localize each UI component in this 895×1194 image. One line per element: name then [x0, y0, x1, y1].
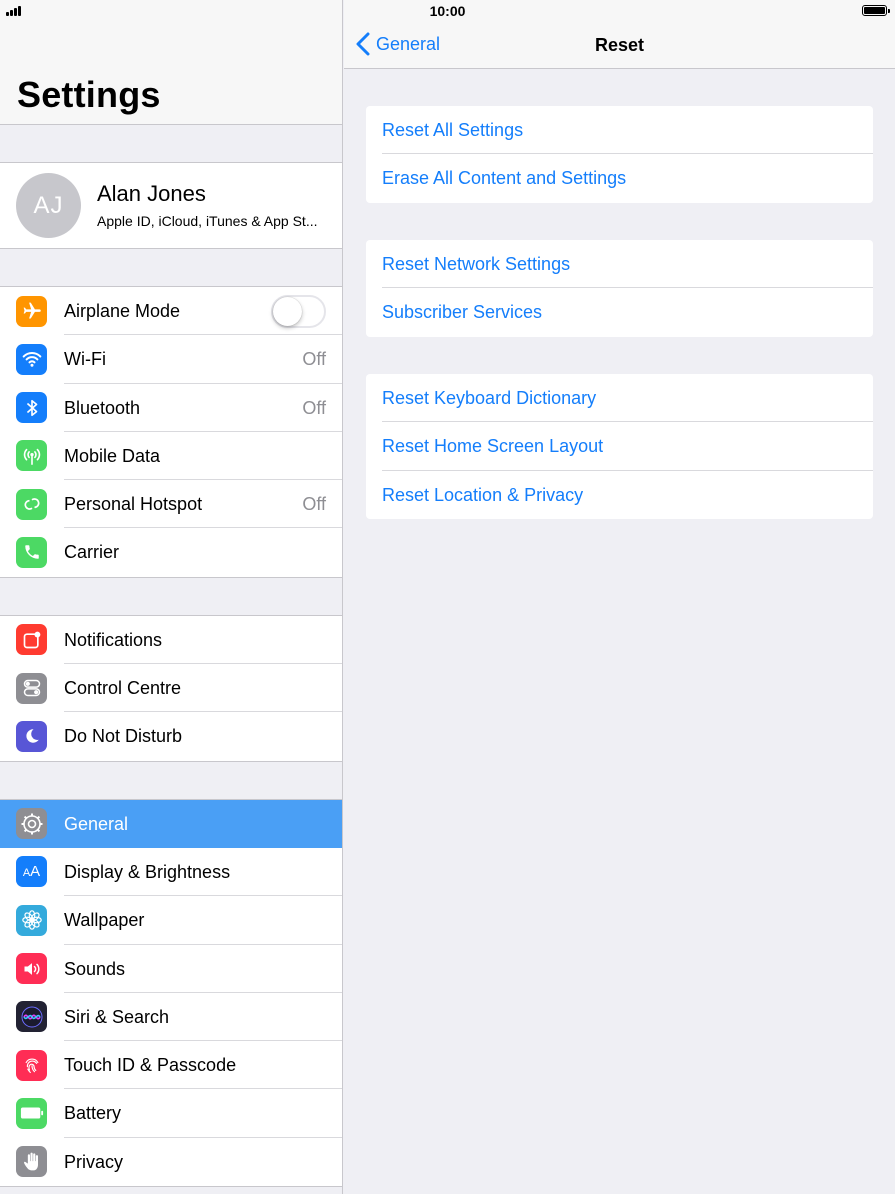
sidebar-item-siri-search[interactable]: Siri & Search: [0, 993, 342, 1042]
sidebar-item-airplane-mode[interactable]: Airplane Mode: [0, 287, 342, 336]
sidebar-item-wallpaper[interactable]: Wallpaper: [0, 896, 342, 945]
sidebar-item-label: Control Centre: [64, 678, 182, 699]
sidebar-item-label: Do Not Disturb: [64, 726, 183, 747]
option-label: Reset Network Settings: [382, 254, 571, 274]
sidebar-item-general[interactable]: General: [0, 799, 342, 848]
reset-group-2: Reset Network Settings Subscriber Servic…: [366, 240, 873, 337]
sidebar-item-wifi[interactable]: Wi-Fi Off: [0, 335, 342, 384]
sidebar-item-do-not-disturb[interactable]: Do Not Disturb: [0, 712, 342, 760]
nav-title: Reset: [594, 35, 645, 55]
option-label: Reset Location & Privacy: [382, 484, 584, 505]
bluetooth-icon: [16, 392, 47, 424]
reset-network-settings-button[interactable]: Reset Network Settings: [366, 240, 873, 289]
avatar: AJ: [16, 173, 81, 238]
sidebar-item-label: Privacy: [64, 1151, 124, 1172]
reset-group-3: Reset Keyboard Dictionary Reset Home Scr…: [366, 374, 873, 519]
sidebar-item-display-brightness[interactable]: AA Display & Brightness: [0, 848, 342, 897]
bluetooth-status: Off: [302, 397, 326, 418]
sidebar-item-label: Battery: [64, 1103, 122, 1124]
status-time: 10:00: [429, 3, 466, 19]
profile-name: Alan Jones: [97, 181, 206, 206]
erase-all-content-button[interactable]: Erase All Content and Settings: [366, 154, 873, 202]
siri-icon: [16, 1001, 47, 1033]
battery-icon: [16, 1097, 47, 1129]
battery-status-icon: [862, 5, 890, 16]
airplane-mode-toggle[interactable]: [271, 295, 326, 328]
sidebar-item-label: Airplane Mode: [64, 301, 181, 321]
option-label: Subscriber Services: [382, 302, 543, 323]
hotspot-status: Off: [302, 494, 326, 515]
sidebar-item-touch-id-passcode[interactable]: Touch ID & Passcode: [0, 1041, 342, 1090]
option-label: Reset Keyboard Dictionary: [382, 388, 597, 408]
sidebar-item-battery[interactable]: Battery: [0, 1089, 342, 1138]
wifi-icon: [16, 343, 47, 375]
sidebar-item-notifications[interactable]: Notifications: [0, 616, 342, 665]
connectivity-group: Airplane Mode Wi-Fi Off Bluetooth Off Mo…: [0, 286, 342, 578]
reset-location-privacy-button[interactable]: Reset Location & Privacy: [366, 471, 873, 519]
sidebar-item-label: Sounds: [64, 958, 126, 979]
sidebar-item-label: Wi-Fi: [64, 349, 106, 370]
sidebar-item-label: Carrier: [64, 542, 120, 563]
general-group: General AA Display & Brightness Wallpape…: [0, 798, 342, 1188]
subscriber-services-button[interactable]: Subscriber Services: [366, 288, 873, 336]
sidebar-item-label: General: [64, 813, 129, 834]
wifi-status: Off: [302, 349, 326, 370]
sidebar-item-mobile-data[interactable]: Mobile Data: [0, 432, 342, 481]
option-label: Reset Home Screen Layout: [382, 436, 604, 457]
sidebar-item-personal-hotspot[interactable]: Personal Hotspot Off: [0, 480, 342, 529]
sidebar-item-label: Mobile Data: [64, 445, 161, 466]
reset-group-1: Reset All Settings Erase All Content and…: [366, 106, 873, 203]
gear-icon: [16, 808, 47, 840]
display-icon: AA: [16, 856, 47, 888]
reset-detail-pane: General Reset Reset All Settings Erase A…: [344, 0, 895, 1194]
phone-icon: [16, 536, 47, 568]
control-centre-icon: [16, 672, 47, 704]
status-bar: 10:00: [0, 0, 895, 22]
speaker-icon: [16, 953, 47, 985]
sidebar-item-sounds[interactable]: Sounds: [0, 945, 342, 993]
sidebar-item-privacy[interactable]: Privacy: [0, 1138, 342, 1186]
notifications-group: Notifications Control Centre Do Not Dist…: [0, 614, 342, 762]
sidebar-item-label: Notifications: [64, 629, 163, 650]
toggle-knob: [273, 297, 302, 326]
sidebar-item-label: Touch ID & Passcode: [64, 1055, 237, 1076]
hand-icon: [16, 1146, 47, 1178]
sidebar-item-label: Bluetooth: [64, 397, 141, 418]
reset-home-screen-layout-button[interactable]: Reset Home Screen Layout: [366, 422, 873, 471]
sidebar-item-label: Personal Hotspot: [64, 494, 203, 515]
sidebar-item-label: Display & Brightness: [64, 861, 231, 882]
option-label: Reset All Settings: [382, 120, 524, 140]
page-title: Settings: [17, 74, 161, 115]
sidebar-item-label: Siri & Search: [64, 1006, 170, 1027]
moon-icon: [16, 720, 47, 752]
sidebar-item-carrier[interactable]: Carrier: [0, 528, 342, 576]
airplane-icon: [16, 295, 47, 327]
sidebar-item-control-centre[interactable]: Control Centre: [0, 664, 342, 713]
reset-keyboard-dictionary-button[interactable]: Reset Keyboard Dictionary: [366, 374, 873, 423]
reset-all-settings-button[interactable]: Reset All Settings: [366, 106, 873, 155]
sidebar-item-bluetooth[interactable]: Bluetooth Off: [0, 384, 342, 432]
notifications-icon: [16, 624, 47, 656]
settings-sidebar: Settings AJ Alan Jones Apple ID, iCloud,…: [0, 0, 343, 1194]
wallpaper-icon: [16, 904, 47, 936]
profile-subtitle: Apple ID, iCloud, iTunes & App St...: [97, 213, 318, 229]
antenna-icon: [16, 440, 47, 472]
apple-id-profile[interactable]: AJ Alan Jones Apple ID, iCloud, iTunes &…: [0, 162, 342, 249]
fingerprint-icon: [16, 1049, 47, 1081]
option-label: Erase All Content and Settings: [382, 168, 627, 189]
hotspot-icon: [16, 488, 47, 520]
sidebar-item-label: Wallpaper: [64, 910, 145, 931]
